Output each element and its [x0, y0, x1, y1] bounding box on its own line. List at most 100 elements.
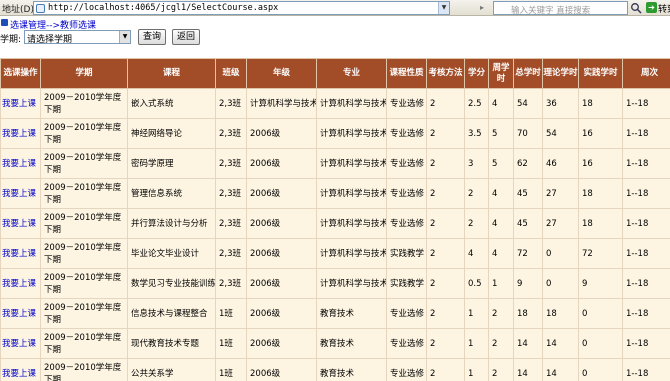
- class-cell: 1班: [215, 328, 247, 359]
- assessment-cell: 2: [426, 328, 465, 359]
- semester-cell: 2009－2010学年度下期: [40, 88, 128, 119]
- col-header-weekly-hours: 周学时: [488, 58, 514, 89]
- class-cell: 2,3班: [215, 268, 247, 299]
- weekly-hours-cell: 2: [488, 358, 514, 381]
- major-cell: 计算机科学与技术: [316, 148, 387, 179]
- theory-hours-cell: 14: [542, 358, 579, 381]
- go-label: 转到: [658, 5, 670, 15]
- major-cell: 教育技术: [316, 298, 387, 329]
- col-header-practice-hours: 实践学时: [578, 58, 623, 89]
- enroll-link[interactable]: 我要上课: [0, 328, 41, 359]
- assessment-cell: 2: [426, 148, 465, 179]
- weekly-hours-cell: 5: [488, 118, 514, 149]
- search-input[interactable]: 输入关键字 直接搜索: [493, 1, 628, 16]
- class-cell: 2,3班: [215, 148, 247, 179]
- table-row: 我要上课 2009－2010学年度下期 神经网络导论 2,3班 2006级 计算机科学与技…: [0, 118, 670, 149]
- course-type-cell: 专业选修: [386, 328, 427, 359]
- breadcrumb: 选课管理-->教师选课: [0, 17, 200, 31]
- chevron-down-icon[interactable]: ▼: [438, 2, 449, 14]
- bullet-icon: [1, 19, 8, 26]
- semester-cell: 2009－2010学年度下期: [40, 358, 128, 381]
- course-type-cell: 专业选修: [386, 88, 427, 119]
- credits-cell: 2.5: [464, 88, 489, 119]
- enroll-link[interactable]: 我要上课: [0, 178, 41, 209]
- class-cell: 2,3班: [215, 178, 247, 209]
- assessment-cell: 2: [426, 358, 465, 381]
- course-type-cell: 专业选修: [386, 298, 427, 329]
- total-hours-cell: 70: [513, 118, 543, 149]
- weeks-cell: 1--18: [622, 238, 670, 269]
- go-arrow-icon: ➔: [646, 2, 657, 13]
- theory-hours-cell: 27: [542, 178, 579, 209]
- course-cell: 现代教育技术专题: [127, 328, 216, 359]
- total-hours-cell: 18: [513, 298, 543, 329]
- table-row: 我要上课 2009－2010学年度下期 数学见习专业技能训练 2,3班 2006级 计算机…: [0, 268, 670, 299]
- theory-hours-cell: 0: [542, 268, 579, 299]
- major-cell: 计算机科学与技术: [316, 178, 387, 209]
- col-header-theory-hours: 理论学时: [542, 58, 579, 89]
- class-cell: 2,3班: [215, 238, 247, 269]
- theory-hours-cell: 46: [542, 148, 579, 179]
- query-button[interactable]: 查询: [138, 29, 166, 45]
- credits-cell: 2: [464, 178, 489, 209]
- credits-cell: 1: [464, 298, 489, 329]
- enroll-link[interactable]: 我要上课: [0, 238, 41, 269]
- weekly-hours-cell: 2: [488, 328, 514, 359]
- weekly-hours-cell: 4: [488, 208, 514, 239]
- class-cell: 2,3班: [215, 118, 247, 149]
- practice-hours-cell: 0: [578, 328, 623, 359]
- enroll-link[interactable]: 我要上课: [0, 118, 41, 149]
- table-row: 我要上课 2009－2010学年度下期 管理信息系统 2,3班 2006级 计算机科学与技…: [0, 178, 670, 209]
- semester-select-value: 请选择学期: [27, 35, 73, 45]
- course-cell: 神经网络导论: [127, 118, 216, 149]
- course-type-cell: 专业选修: [386, 178, 427, 209]
- course-type-cell: 专业选修: [386, 148, 427, 179]
- credits-cell: 0.5: [464, 268, 489, 299]
- practice-hours-cell: 9: [578, 268, 623, 299]
- weeks-cell: 1--18: [622, 328, 670, 359]
- address-label: 地址(D): [2, 5, 34, 15]
- semester-cell: 2009－2010学年度下期: [40, 208, 128, 239]
- address-bar: 地址(D) http://localhost:4065/jcgl1/Select…: [0, 0, 670, 16]
- course-cell: 并行算法设计与分析: [127, 208, 216, 239]
- semester-select[interactable]: 请选择学期 ▼: [24, 30, 131, 45]
- weeks-cell: 1--18: [622, 268, 670, 299]
- go-button[interactable]: ➔ 转到: [646, 1, 670, 15]
- course-cell: 毕业论文毕业设计: [127, 238, 216, 269]
- practice-hours-cell: 16: [578, 148, 623, 179]
- col-header-class: 班级: [215, 58, 247, 89]
- enroll-link[interactable]: 我要上课: [0, 208, 41, 239]
- enroll-link[interactable]: 我要上课: [0, 88, 41, 119]
- table-row: 我要上课 2009－2010学年度下期 嵌入式系统 2,3班 计算机科学与技术 计算机科学…: [0, 88, 670, 119]
- table-body: 我要上课 2009－2010学年度下期 嵌入式系统 2,3班 计算机科学与技术 计算机科学…: [0, 88, 670, 381]
- major-cell: 计算机科学与技术: [316, 238, 387, 269]
- enroll-link[interactable]: 我要上课: [0, 358, 41, 381]
- enroll-link[interactable]: 我要上课: [0, 298, 41, 329]
- weekly-hours-cell: 4: [488, 178, 514, 209]
- col-header-course-type: 课程性质: [386, 58, 427, 89]
- grade-cell: 2006级: [246, 208, 317, 239]
- enroll-link[interactable]: 我要上课: [0, 268, 41, 299]
- back-button[interactable]: 返回: [172, 29, 200, 45]
- weeks-cell: 1--18: [622, 178, 670, 209]
- grade-cell: 计算机科学与技术: [246, 88, 317, 119]
- assessment-cell: 2: [426, 268, 465, 299]
- grade-cell: 2006级: [246, 148, 317, 179]
- practice-hours-cell: 18: [578, 208, 623, 239]
- chevron-down-icon[interactable]: ▼: [119, 31, 130, 43]
- col-header-grade: 年级: [246, 58, 317, 89]
- weeks-cell: 1--18: [622, 298, 670, 329]
- grade-cell: 2006级: [246, 118, 317, 149]
- theory-hours-cell: 36: [542, 88, 579, 119]
- enroll-link[interactable]: 我要上课: [0, 148, 41, 179]
- theory-hours-cell: 54: [542, 118, 579, 149]
- credits-cell: 3.5: [464, 118, 489, 149]
- grade-cell: 2006级: [246, 298, 317, 329]
- total-hours-cell: 72: [513, 238, 543, 269]
- course-type-cell: 专业选修: [386, 358, 427, 381]
- credits-cell: 1: [464, 328, 489, 359]
- url-input[interactable]: http://localhost:4065/jcgl1/SelectCourse…: [33, 1, 450, 15]
- total-hours-cell: 14: [513, 328, 543, 359]
- search-icon[interactable]: [630, 2, 642, 14]
- table-row: 我要上课 2009－2010学年度下期 公共关系学 1班 2006级 教育技术 专业选修 2 1…: [0, 358, 670, 381]
